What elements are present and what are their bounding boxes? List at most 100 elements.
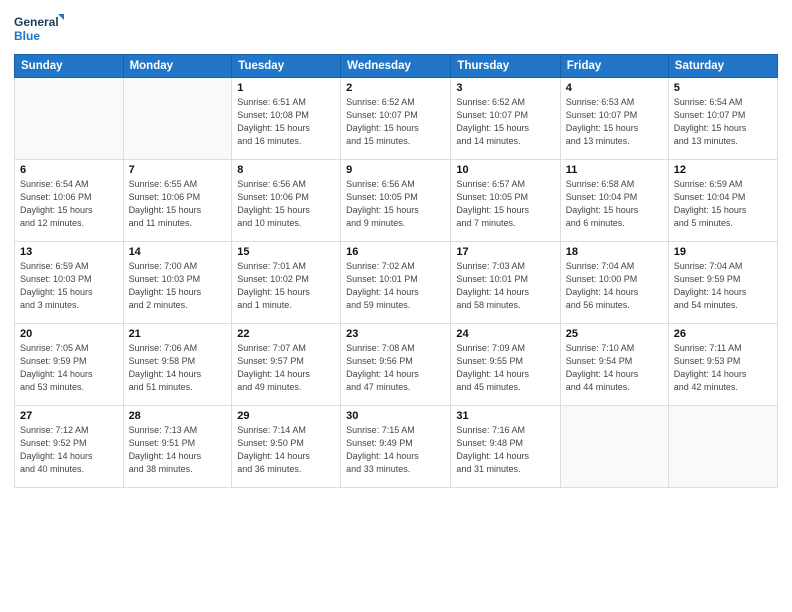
calendar-cell: 21 Sunrise: 7:06 AM Sunset: 9:58 PM Dayli… (123, 324, 232, 406)
day-info: Sunrise: 7:06 AM Sunset: 9:58 PM Dayligh… (129, 342, 227, 394)
weekday-header-row: SundayMondayTuesdayWednesdayThursdayFrid… (15, 55, 778, 78)
day-info: Sunrise: 6:59 AM Sunset: 10:03 PM Daylig… (20, 260, 118, 312)
day-number: 21 (129, 328, 227, 340)
page: General Blue SundayMondayTuesdayWednesda… (0, 0, 792, 612)
logo: General Blue (14, 12, 64, 48)
calendar-cell: 3Sunrise: 6:52 AM Sunset: 10:07 PM Dayli… (451, 78, 560, 160)
day-info: Sunrise: 6:52 AM Sunset: 10:07 PM Daylig… (456, 96, 554, 148)
day-info: Sunrise: 7:04 AM Sunset: 9:59 PM Dayligh… (674, 260, 772, 312)
calendar-cell: 11Sunrise: 6:58 AM Sunset: 10:04 PM Dayl… (560, 160, 668, 242)
day-info: Sunrise: 7:03 AM Sunset: 10:01 PM Daylig… (456, 260, 554, 312)
calendar-cell: 16Sunrise: 7:02 AM Sunset: 10:01 PM Dayl… (341, 242, 451, 324)
calendar-cell (560, 406, 668, 488)
calendar-cell: 30 Sunrise: 7:15 AM Sunset: 9:49 PM Dayli… (341, 406, 451, 488)
day-info: Sunrise: 6:56 AM Sunset: 10:06 PM Daylig… (237, 178, 335, 230)
day-number: 2 (346, 82, 445, 94)
day-info: Sunrise: 7:16 AM Sunset: 9:48 PM Dayligh… (456, 424, 554, 476)
week-row-1: 6 Sunrise: 6:54 AM Sunset: 10:06 PM Dayli… (15, 160, 778, 242)
calendar-cell: 29Sunrise: 7:14 AM Sunset: 9:50 PM Dayli… (232, 406, 341, 488)
calendar-cell: 2 Sunrise: 6:52 AM Sunset: 10:07 PM Dayli… (341, 78, 451, 160)
day-number: 26 (674, 328, 772, 340)
calendar-cell: 8Sunrise: 6:56 AM Sunset: 10:06 PM Dayli… (232, 160, 341, 242)
day-number: 30 (346, 410, 445, 422)
svg-text:Blue: Blue (14, 29, 40, 43)
day-number: 20 (20, 328, 118, 340)
day-number: 5 (674, 82, 772, 94)
day-info: Sunrise: 7:09 AM Sunset: 9:55 PM Dayligh… (456, 342, 554, 394)
day-number: 6 (20, 164, 118, 176)
day-info: Sunrise: 6:51 AM Sunset: 10:08 PM Daylig… (237, 96, 335, 148)
day-info: Sunrise: 7:13 AM Sunset: 9:51 PM Dayligh… (129, 424, 227, 476)
calendar-cell: 9 Sunrise: 6:56 AM Sunset: 10:05 PM Dayli… (341, 160, 451, 242)
calendar-table: SundayMondayTuesdayWednesdayThursdayFrid… (14, 54, 778, 488)
day-number: 1 (237, 82, 335, 94)
day-info: Sunrise: 7:04 AM Sunset: 10:00 PM Daylig… (566, 260, 663, 312)
day-number: 9 (346, 164, 445, 176)
day-info: Sunrise: 7:00 AM Sunset: 10:03 PM Daylig… (129, 260, 227, 312)
day-info: Sunrise: 6:52 AM Sunset: 10:07 PM Daylig… (346, 96, 445, 148)
calendar-cell: 5 Sunrise: 6:54 AM Sunset: 10:07 PM Dayli… (668, 78, 777, 160)
weekday-header-thursday: Thursday (451, 55, 560, 78)
calendar-cell: 7Sunrise: 6:55 AM Sunset: 10:06 PM Dayli… (123, 160, 232, 242)
day-number: 15 (237, 246, 335, 258)
calendar-cell (668, 406, 777, 488)
weekday-header-friday: Friday (560, 55, 668, 78)
calendar-cell: 26 Sunrise: 7:11 AM Sunset: 9:53 PM Dayli… (668, 324, 777, 406)
day-number: 23 (346, 328, 445, 340)
calendar-cell (15, 78, 124, 160)
header: General Blue (14, 12, 778, 48)
calendar-cell: 20 Sunrise: 7:05 AM Sunset: 9:59 PM Dayli… (15, 324, 124, 406)
calendar-cell: 18 Sunrise: 7:04 AM Sunset: 10:00 PM Dayl… (560, 242, 668, 324)
day-info: Sunrise: 7:15 AM Sunset: 9:49 PM Dayligh… (346, 424, 445, 476)
day-number: 17 (456, 246, 554, 258)
day-info: Sunrise: 7:07 AM Sunset: 9:57 PM Dayligh… (237, 342, 335, 394)
weekday-header-monday: Monday (123, 55, 232, 78)
logo-svg: General Blue (14, 12, 64, 48)
day-info: Sunrise: 7:05 AM Sunset: 9:59 PM Dayligh… (20, 342, 118, 394)
calendar-cell: 10Sunrise: 6:57 AM Sunset: 10:05 PM Dayl… (451, 160, 560, 242)
day-number: 31 (456, 410, 554, 422)
day-info: Sunrise: 6:56 AM Sunset: 10:05 PM Daylig… (346, 178, 445, 230)
day-number: 11 (566, 164, 663, 176)
day-info: Sunrise: 7:14 AM Sunset: 9:50 PM Dayligh… (237, 424, 335, 476)
calendar-cell: 31 Sunrise: 7:16 AM Sunset: 9:48 PM Dayli… (451, 406, 560, 488)
day-number: 18 (566, 246, 663, 258)
calendar-cell: 23 Sunrise: 7:08 AM Sunset: 9:56 PM Dayli… (341, 324, 451, 406)
day-info: Sunrise: 7:10 AM Sunset: 9:54 PM Dayligh… (566, 342, 663, 394)
day-info: Sunrise: 6:54 AM Sunset: 10:07 PM Daylig… (674, 96, 772, 148)
day-number: 12 (674, 164, 772, 176)
calendar-cell: 14 Sunrise: 7:00 AM Sunset: 10:03 PM Dayl… (123, 242, 232, 324)
weekday-header-tuesday: Tuesday (232, 55, 341, 78)
weekday-header-sunday: Sunday (15, 55, 124, 78)
day-info: Sunrise: 6:55 AM Sunset: 10:06 PM Daylig… (129, 178, 227, 230)
calendar-cell: 12 Sunrise: 6:59 AM Sunset: 10:04 PM Dayl… (668, 160, 777, 242)
day-info: Sunrise: 6:53 AM Sunset: 10:07 PM Daylig… (566, 96, 663, 148)
day-number: 16 (346, 246, 445, 258)
day-number: 14 (129, 246, 227, 258)
day-info: Sunrise: 7:08 AM Sunset: 9:56 PM Dayligh… (346, 342, 445, 394)
day-number: 10 (456, 164, 554, 176)
calendar-cell: 22 Sunrise: 7:07 AM Sunset: 9:57 PM Dayli… (232, 324, 341, 406)
calendar-cell: 19Sunrise: 7:04 AM Sunset: 9:59 PM Dayli… (668, 242, 777, 324)
day-info: Sunrise: 7:12 AM Sunset: 9:52 PM Dayligh… (20, 424, 118, 476)
calendar-cell: 24Sunrise: 7:09 AM Sunset: 9:55 PM Dayli… (451, 324, 560, 406)
day-number: 22 (237, 328, 335, 340)
day-info: Sunrise: 6:59 AM Sunset: 10:04 PM Daylig… (674, 178, 772, 230)
calendar-cell: 1 Sunrise: 6:51 AM Sunset: 10:08 PM Dayli… (232, 78, 341, 160)
calendar-cell: 4 Sunrise: 6:53 AM Sunset: 10:07 PM Dayli… (560, 78, 668, 160)
week-row-2: 13 Sunrise: 6:59 AM Sunset: 10:03 PM Dayl… (15, 242, 778, 324)
day-number: 25 (566, 328, 663, 340)
calendar-cell: 6 Sunrise: 6:54 AM Sunset: 10:06 PM Dayli… (15, 160, 124, 242)
day-number: 4 (566, 82, 663, 94)
day-info: Sunrise: 6:54 AM Sunset: 10:06 PM Daylig… (20, 178, 118, 230)
weekday-header-wednesday: Wednesday (341, 55, 451, 78)
day-info: Sunrise: 7:11 AM Sunset: 9:53 PM Dayligh… (674, 342, 772, 394)
week-row-3: 20 Sunrise: 7:05 AM Sunset: 9:59 PM Dayli… (15, 324, 778, 406)
calendar-cell: 25 Sunrise: 7:10 AM Sunset: 9:54 PM Dayli… (560, 324, 668, 406)
calendar-cell (123, 78, 232, 160)
day-number: 27 (20, 410, 118, 422)
calendar-cell: 17 Sunrise: 7:03 AM Sunset: 10:01 PM Dayl… (451, 242, 560, 324)
day-number: 13 (20, 246, 118, 258)
weekday-header-saturday: Saturday (668, 55, 777, 78)
svg-text:General: General (14, 15, 59, 29)
